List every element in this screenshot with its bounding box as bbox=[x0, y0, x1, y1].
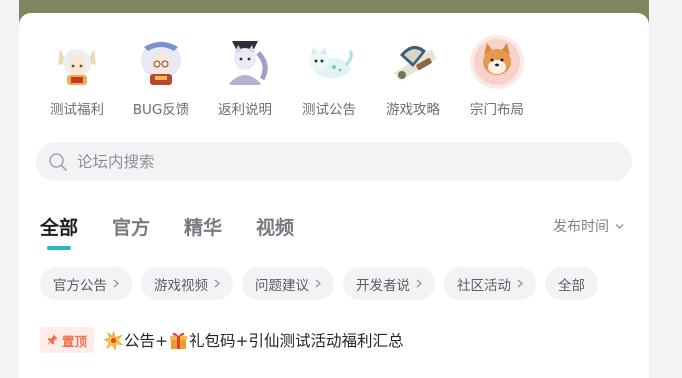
entry-bug-feedback[interactable]: BUG反馈 bbox=[119, 35, 203, 123]
entry-label: BUG反馈 bbox=[132, 102, 190, 118]
chip-label: 游戏视频 bbox=[154, 277, 208, 294]
fox-girl-icon bbox=[50, 35, 104, 89]
chevron-right-icon bbox=[517, 279, 523, 288]
entry-test-notice[interactable]: 测试公告 bbox=[287, 35, 371, 123]
chip-label: 开发者说 bbox=[356, 277, 410, 294]
search-bar[interactable] bbox=[36, 142, 632, 181]
tab-official[interactable]: 官方 bbox=[112, 213, 150, 250]
pinned-post[interactable]: 置顶 公告+ 礼包码+引仙测试活动福利汇总 bbox=[40, 327, 404, 353]
white-cat-icon bbox=[302, 35, 356, 89]
gift-icon bbox=[170, 332, 188, 349]
chip-label: 问题建议 bbox=[255, 277, 309, 294]
category-chips: 官方公告 游戏视频 问题建议 开发者说 社区活动 全部 bbox=[40, 267, 607, 300]
chip-issue-suggestion[interactable]: 问题建议 bbox=[242, 267, 334, 300]
entry-label: 返利说明 bbox=[218, 102, 272, 118]
entry-test-benefits[interactable]: 测试福利 bbox=[35, 35, 119, 123]
chip-community-events[interactable]: 社区活动 bbox=[444, 267, 536, 300]
chip-developer-talk[interactable]: 开发者说 bbox=[343, 267, 435, 300]
cat-swordsman-icon bbox=[218, 35, 272, 89]
chip-label: 官方公告 bbox=[53, 277, 107, 294]
quick-entries: 测试福利 BUG反馈 返利说明 测试公告 游戏攻略 宗门布局 bbox=[35, 35, 539, 123]
post-title[interactable]: 公告+ 礼包码+引仙测试活动福利汇总 bbox=[103, 329, 404, 351]
search-icon bbox=[49, 152, 67, 171]
pin-icon bbox=[47, 334, 58, 345]
entry-label: 宗门布局 bbox=[470, 102, 524, 118]
entry-rebate-info[interactable]: 返利说明 bbox=[203, 35, 287, 123]
chevron-right-icon bbox=[214, 279, 220, 288]
chevron-right-icon bbox=[416, 279, 422, 288]
entry-game-guide[interactable]: 游戏攻略 bbox=[371, 35, 455, 123]
entry-label: 测试福利 bbox=[50, 102, 104, 118]
search-input[interactable] bbox=[77, 152, 597, 171]
sort-dropdown[interactable]: 发布时间 bbox=[553, 216, 624, 236]
chevron-right-icon bbox=[113, 279, 119, 288]
entry-sect-layout[interactable]: 宗门布局 bbox=[455, 35, 539, 123]
post-title-part1: 公告+ bbox=[124, 332, 169, 350]
white-hair-girl-icon bbox=[134, 35, 188, 89]
forum-card: 测试福利 BUG反馈 返利说明 测试公告 游戏攻略 宗门布局 论坛内搜索 全部 … bbox=[19, 13, 649, 378]
chevron-down-icon bbox=[615, 223, 624, 229]
content-tabs: 全部 官方 精华 视频 bbox=[40, 213, 328, 250]
shiba-dog-icon bbox=[470, 35, 524, 89]
chip-all[interactable]: 全部 bbox=[545, 267, 598, 300]
sparkle-burst-icon bbox=[104, 330, 123, 350]
fan-scroll-icon bbox=[386, 35, 440, 89]
tab-featured[interactable]: 精华 bbox=[184, 213, 222, 250]
chevron-right-icon bbox=[315, 279, 321, 288]
chip-game-video[interactable]: 游戏视频 bbox=[141, 267, 233, 300]
chip-label: 社区活动 bbox=[457, 277, 511, 294]
chip-official-notice[interactable]: 官方公告 bbox=[40, 267, 132, 300]
tab-video[interactable]: 视频 bbox=[256, 213, 294, 250]
pinned-badge: 置顶 bbox=[40, 327, 95, 353]
sort-label: 发布时间 bbox=[553, 219, 609, 235]
post-title-part2: 礼包码+引仙测试活动福利汇总 bbox=[189, 332, 404, 350]
pinned-badge-label: 置顶 bbox=[62, 333, 88, 349]
tab-all[interactable]: 全部 bbox=[40, 213, 78, 250]
entry-label: 测试公告 bbox=[302, 102, 356, 118]
entry-label: 游戏攻略 bbox=[386, 102, 440, 118]
chip-label: 全部 bbox=[558, 277, 585, 294]
